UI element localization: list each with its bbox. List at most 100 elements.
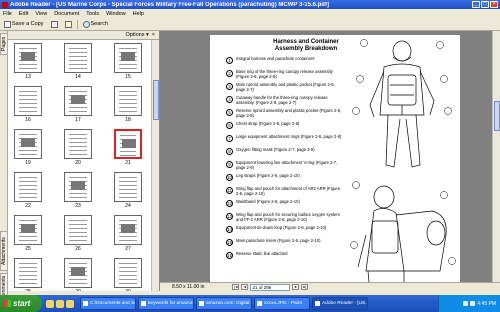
parachutist-figure [350,39,456,282]
last-page-button[interactable]: ▸| [301,284,309,290]
print-button[interactable] [49,20,60,29]
page-thumbnail[interactable]: 30 [112,258,144,295]
adobe-reader-icon [2,1,8,8]
menu-document[interactable]: Document [54,11,79,17]
minimize-button[interactable]: _ [472,1,480,8]
page-thumbnail[interactable]: 21 [112,129,144,166]
thumbnail-page-number: 15 [125,74,131,80]
task-app-icon [141,301,146,306]
thumbnail-page-number: 24 [125,203,131,209]
quick-launch-icon[interactable] [56,299,64,308]
page-thumbnail[interactable]: 24 [112,172,144,209]
parts-list-item: 11 Wing flap and pouch for attachment of … [226,186,344,198]
item-text: Main riprord assembly and plastic pocket… [236,82,335,92]
parts-list-item: 10 Leg straps (Figure 2-6, page 2-10) [226,173,344,185]
print-icon [50,20,58,28]
item-text: Chest strap (Figure 2-6, page 2-8) [236,121,300,126]
pages-panel-header: Options ▾ × [8,31,159,40]
document-view[interactable]: Harness and Container Assembly Breakdown… [160,31,492,282]
page-number-field[interactable]: 21 of 296 [250,283,291,291]
thumbnail-row: 19 20 21 [12,129,144,166]
page-thumbnail[interactable]: 14 [62,43,94,80]
page-thumbnail[interactable]: 16 [12,86,44,123]
email-button[interactable] [63,20,74,29]
thumbnail-grid: 13 14 15 16 17 18 19 20 21 22 23 24 25 26 27 28 29 30 [12,43,144,301]
page-thumbnail[interactable]: 20 [62,129,94,166]
search-button[interactable]: Search [81,20,110,29]
thumbnail-scrollbar[interactable] [151,40,159,291]
taskbar-button[interactable]: Adobe Reader - [US... [312,297,368,310]
item-number: 13 [226,213,233,220]
page-navigation: |◂ ◂ 21 of 296 ▸ ▸| [232,283,309,291]
parts-list-item: 12 Waistband (Figure 2-6, page 2-10) [226,199,344,211]
item-text: Waistband (Figure 2-6, page 2-10) [236,199,300,204]
item-number: 14 [226,226,233,233]
window-title-bar[interactable]: Adobe Reader - [US Marine Corps - Specia… [0,0,500,9]
document-scrollbar[interactable] [492,31,500,282]
options-menu[interactable]: Options ▾ [126,32,149,38]
navigation-tabs: Pages Attachments Comments [0,31,8,303]
taskbar-button-label: amazon.com: Digital ... [206,301,252,306]
page-thumbnail[interactable]: 15 [112,43,144,80]
menu-bar: File Edit View Document Tools Window Hel… [0,9,500,18]
page-thumbnail[interactable]: 13 [12,43,44,80]
first-page-button[interactable]: |◂ [232,284,240,290]
quick-launch-icon[interactable] [46,299,54,308]
parts-list-item: 6 Chest strap (Figure 2-6, page 2-8) [226,121,344,133]
previous-page-button[interactable]: ◂ [241,284,249,290]
item-text: Cutaway handle for the three-ring canopy… [236,95,328,105]
taskbar-button[interactable]: C:\Documents and Se... [80,297,136,310]
thumbnail-image [64,215,92,245]
email-icon [64,20,72,28]
menu-help[interactable]: Help [133,11,144,17]
taskbar-button[interactable]: keywords for amazon... [138,297,194,310]
save-copy-button[interactable]: Save a Copy [2,20,46,29]
page-thumbnail[interactable]: 27 [112,215,144,252]
next-page-button[interactable]: ▸ [292,284,300,290]
thumbnail-image [14,86,42,116]
menu-view[interactable]: View [35,11,47,17]
item-number: 1 [226,57,233,64]
item-text: Base ring of the three-ring canopy relea… [236,69,333,79]
tray-icon[interactable] [470,301,476,306]
close-panel-icon[interactable]: × [152,32,155,38]
tab-attachments[interactable]: Attachments [0,231,8,271]
menu-window[interactable]: Window [106,11,126,17]
page-thumbnail[interactable]: 29 [62,258,94,295]
task-app-icon [83,301,88,306]
item-number: 10 [226,174,233,181]
item-text: Main parachute risers (Figure 2-6, page … [236,238,321,243]
close-button[interactable]: × [490,1,498,8]
thumbnail-image [64,129,92,159]
parts-list-item: 4 Cutaway handle for the three-ring canop… [226,95,344,107]
search-icon [82,20,90,28]
menu-file[interactable]: File [3,11,12,17]
tab-pages[interactable]: Pages [0,33,8,55]
page-thumbnail[interactable]: 22 [12,172,44,209]
taskbar-button[interactable]: xxxxx.JPG - Paint [254,297,310,310]
toolbar-separator [76,19,78,29]
page-thumbnail[interactable]: 18 [112,86,144,123]
maximize-button[interactable]: □ [481,1,489,8]
thumbnail-image [64,172,92,202]
toolbar: Save a Copy Search [0,18,500,31]
tray-icon[interactable] [463,301,469,306]
thumbnail-image [14,43,42,73]
taskbar-button[interactable]: amazon.com: Digital ... [196,297,252,310]
parts-list: 1 Integral harness and parachute containe… [226,56,344,265]
menu-edit[interactable]: Edit [19,11,28,17]
page-thumbnail[interactable]: 25 [12,215,44,252]
thumbnail-row: 25 26 27 [12,215,144,252]
task-app-icon [315,301,320,306]
page-thumbnail[interactable]: 23 [62,172,94,209]
start-label: start [13,299,31,308]
start-button[interactable]: start [0,295,42,312]
system-tray: 4:45 PM [438,295,500,312]
thumbnail-image [114,86,142,116]
quick-launch-icon[interactable] [66,299,74,308]
page-thumbnail[interactable]: 19 [12,129,44,166]
menu-tools[interactable]: Tools [86,11,99,17]
page-thumbnail[interactable]: 28 [12,258,44,295]
page-thumbnail[interactable]: 17 [62,86,94,123]
page-thumbnail[interactable]: 26 [62,215,94,252]
